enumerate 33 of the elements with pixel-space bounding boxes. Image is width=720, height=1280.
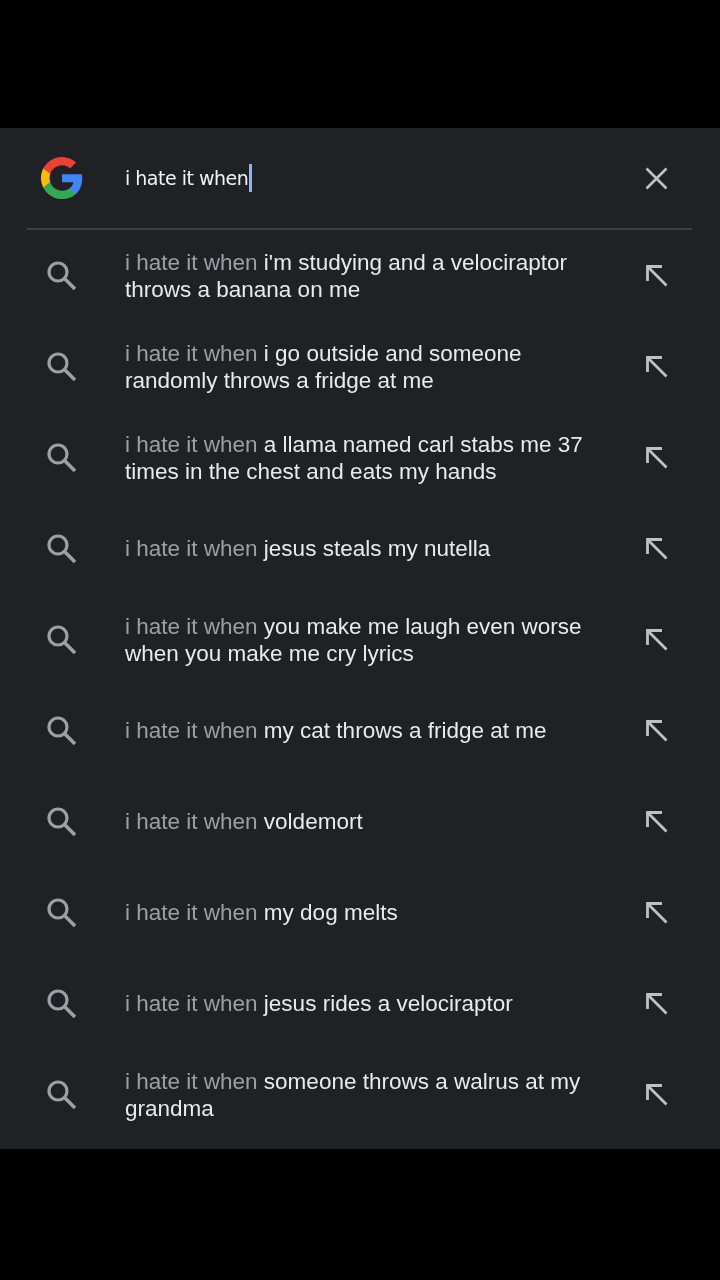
arrow-up-left-icon[interactable] bbox=[645, 992, 668, 1015]
arrow-up-left-icon[interactable] bbox=[645, 810, 668, 833]
suggestion-text[interactable]: i hate it when you make me laugh even worse when you make me cry lyrics bbox=[125, 612, 601, 667]
google-g-logo-icon bbox=[39, 155, 85, 201]
search-icon bbox=[46, 715, 77, 746]
suggestion-text[interactable]: i hate it when i'm studying and a velociraptor throws a banana on me bbox=[125, 248, 601, 303]
suggestion-text[interactable]: i hate it when jesus steals my nutella bbox=[125, 535, 601, 562]
suggestion-text[interactable]: i hate it when jesus rides a velociraptor bbox=[125, 990, 601, 1017]
arrow-up-left-icon[interactable] bbox=[645, 355, 668, 378]
search-field[interactable]: i hate it when bbox=[125, 156, 645, 200]
suggestion-text[interactable]: i hate it when someone throws a walrus at my grandma bbox=[125, 1067, 601, 1122]
suggestion-text[interactable]: i hate it when voldemort bbox=[125, 808, 601, 835]
arrow-up-left-icon[interactable] bbox=[645, 1083, 668, 1106]
suggestion-text[interactable]: i hate it when a llama named carl stabs me 37 times in the chest and eats my hands bbox=[125, 430, 601, 485]
suggestion-text[interactable]: i hate it when my cat throws a fridge at me bbox=[125, 717, 601, 744]
search-icon bbox=[46, 988, 77, 1019]
suggestion-text[interactable]: i hate it when my dog melts bbox=[125, 899, 601, 926]
arrow-up-left-icon[interactable] bbox=[645, 264, 668, 287]
search-icon bbox=[46, 624, 77, 655]
search-icon bbox=[46, 806, 77, 837]
search-icon bbox=[46, 1079, 77, 1110]
arrow-up-left-icon[interactable] bbox=[645, 901, 668, 924]
search-icon bbox=[46, 442, 77, 473]
search-icon bbox=[46, 533, 77, 564]
arrow-up-left-icon[interactable] bbox=[645, 446, 668, 469]
suggestion-text[interactable]: i hate it when i go outside and someone randomly throws a fridge at me bbox=[125, 339, 601, 394]
search-icon bbox=[46, 897, 77, 928]
arrow-up-left-icon[interactable] bbox=[645, 537, 668, 560]
close-icon[interactable] bbox=[645, 166, 668, 190]
search-icon bbox=[46, 260, 77, 291]
search-icon bbox=[46, 351, 77, 382]
arrow-up-left-icon[interactable] bbox=[645, 719, 668, 742]
arrow-up-left-icon[interactable] bbox=[645, 628, 668, 651]
